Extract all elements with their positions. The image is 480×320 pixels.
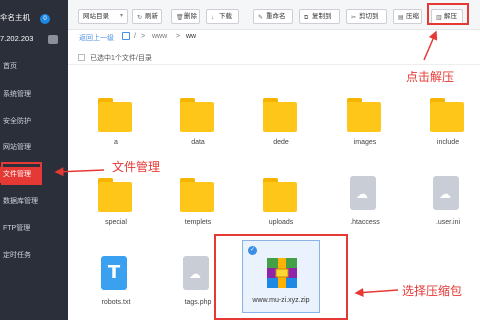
folder-icon [263,98,297,132]
toolbar: 网站目录 ▾ ↻ 刷新 🗑删除 ↓ 下载 ✎ 重命名 ⧉ 复制到 ✂ 剪切到 ▤ 压缩 ▥ 解… [68,0,480,30]
copy-to-button[interactable]: ⧉ 复制到 [299,9,340,24]
breadcrumb-current[interactable]: ww [186,33,196,40]
host-ip: 7.202.203 [0,34,34,43]
file-item[interactable]: T robots.txt [86,256,146,320]
file-name: .user.ini [435,219,461,226]
file-name: templets [184,219,212,226]
file-name: data [191,139,205,146]
copy-label: 复制到 [312,13,332,20]
file-name: uploads [268,219,294,226]
ip-badge [48,35,58,44]
cut-to-button[interactable]: ✂ 剪切到 [346,9,387,24]
sidebar-item-system[interactable]: 系统管理 [0,87,68,103]
compress-icon: ▤ [398,15,404,21]
back-link[interactable]: 返回上一级 [79,33,114,43]
breadcrumb: 返回上一级 / > www > ww [68,30,480,46]
annotation-unzip: 点击解压 [406,70,455,84]
arrow-to-zip [354,287,399,297]
file-name: include [436,139,460,146]
select-all-checkbox[interactable] [78,54,85,61]
download-label: 下载 [219,13,232,20]
compress-button[interactable]: ▤ 压缩 [393,9,422,24]
refresh-label: 刷新 [145,13,158,20]
folder-icon [430,98,464,132]
file-name: a [114,139,118,146]
directory-select[interactable]: 网站目录 ▾ [78,9,128,24]
sidebar: 伞名主机 0 7.202.203 首页 系统管理 安全防护 网站管理 文件管理 … [0,0,68,320]
cloud-file-icon: ☁ [350,176,376,210]
folder-icon [98,98,132,132]
folder-item[interactable]: include [418,96,478,166]
compress-label: 压缩 [406,13,419,20]
folder-item[interactable]: special [86,176,146,246]
delete-label: 删除 [184,13,197,20]
file-name: images [353,139,377,146]
trash-icon: 🗑 [176,15,184,21]
download-button[interactable]: ↓ 下载 [206,9,239,24]
cut-icon: ✂ [351,15,357,21]
sidebar-item-sites[interactable]: 网站管理 [0,140,68,156]
rename-button[interactable]: ✎ 重命名 [253,9,293,24]
files-highlight-box [1,162,42,185]
selection-bar: 已选中1个文件/目录 [68,51,480,65]
breadcrumb-sep: > [141,33,146,40]
folder-icon [180,178,214,212]
file-item[interactable]: ☁ .user.ini [418,176,478,246]
host-badge: 0 [40,14,50,24]
cloud-file-icon: ☁ [433,176,459,210]
folder-icon [180,98,214,132]
folder-icon [98,178,132,212]
annotation-select-zip: 选择压缩包 [402,284,463,298]
file-name: robots.txt [101,299,131,306]
download-icon: ↓ [211,15,214,21]
folder-item[interactable]: data [168,96,228,166]
breadcrumb-sep: > [176,33,181,40]
selection-count: 已选中1个文件/目录 [90,55,152,62]
folder-icon [263,178,297,212]
sidebar-item-home[interactable]: 首页 [0,59,68,75]
edit-icon: ✎ [258,15,264,21]
breadcrumb-sep: / [134,33,136,40]
zip-highlight-box [214,234,348,320]
file-name: dede [273,139,289,146]
unzip-highlight-box [427,3,469,25]
annotation-file-manager: 文件管理 [112,160,161,174]
breadcrumb-www[interactable]: www [152,33,167,40]
cloud-file-icon: ☁ [183,256,209,290]
refresh-icon: ↻ [137,15,143,21]
file-name: special [105,219,127,226]
sidebar-item-security[interactable]: 安全防护 [0,114,68,130]
copy-icon: ⧉ [304,15,309,21]
folder-item[interactable]: images [335,96,395,166]
chevron-down-icon: ▾ [119,13,123,19]
folder-item[interactable]: dede [251,96,311,166]
host-name: 伞名主机 [0,13,30,22]
refresh-button[interactable]: ↻ 刷新 [132,9,162,24]
sidebar-item-database[interactable]: 数据库管理 [0,194,68,210]
delete-button[interactable]: 🗑删除 [171,9,200,24]
file-name: .htaccess [350,219,380,226]
sidebar-item-ftp[interactable]: FTP管理 [0,221,68,237]
directory-select-value: 网站目录 [83,13,109,20]
sidebar-item-cron[interactable]: 定时任务 [0,248,68,264]
folder-item[interactable]: a [86,96,146,166]
text-file-icon: T [101,256,127,290]
rename-label: 重命名 [266,13,286,20]
cut-label: 剪切到 [359,13,379,20]
folder-icon [347,98,381,132]
home-icon[interactable] [122,32,130,40]
